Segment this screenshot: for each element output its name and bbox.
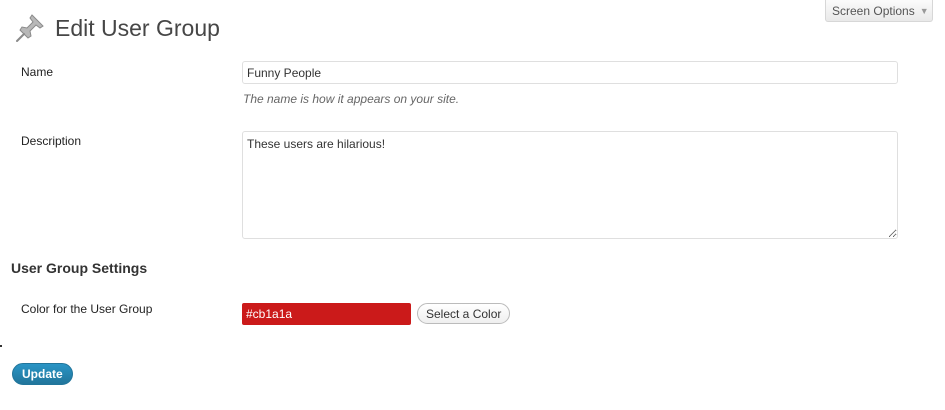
name-input[interactable]: [242, 61, 898, 84]
name-label: Name: [21, 65, 54, 79]
page-title: Edit User Group: [55, 14, 220, 41]
screen-options-button[interactable]: Screen Options ▼: [825, 0, 933, 22]
page-header: Edit User Group: [14, 12, 220, 44]
section-title: User Group Settings: [11, 260, 148, 276]
name-help-text: The name is how it appears on your site.: [243, 92, 460, 106]
update-button[interactable]: Update: [12, 363, 73, 385]
pushpin-icon: [16, 14, 44, 42]
description-textarea[interactable]: These users are hilarious!: [242, 131, 898, 239]
color-value-field[interactable]: #cb1a1a: [242, 303, 411, 325]
select-color-button[interactable]: Select a Color: [417, 303, 511, 324]
color-label: Color for the User Group: [21, 302, 153, 316]
edge-mark: [0, 345, 2, 347]
screen-options-label: Screen Options: [832, 3, 915, 18]
triangle-down-icon: ▼: [919, 5, 929, 16]
edit-user-group-page: Screen Options ▼ Edit User Group Name Th…: [0, 0, 945, 410]
description-label: Description: [21, 134, 82, 148]
